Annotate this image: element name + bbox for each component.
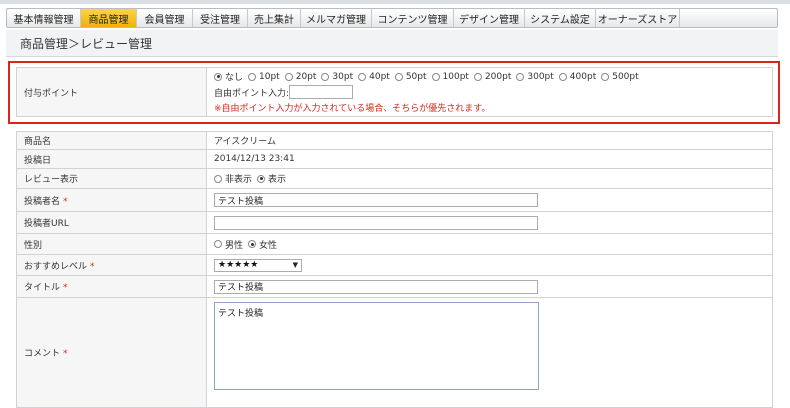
recommend-label-cell: おすすめレベル * bbox=[16, 254, 207, 276]
point-option[interactable]: 500pt bbox=[601, 71, 639, 82]
point-table: 付与ポイント なし 10pt 20pt 30pt 40pt 50pt 100pt 200pt 3… bbox=[16, 67, 773, 117]
nav-item-sales[interactable]: 売上集計 bbox=[248, 9, 301, 27]
point-option-label: 40pt bbox=[369, 71, 390, 82]
required-mark: * bbox=[63, 283, 68, 293]
poster-name-cell bbox=[206, 188, 773, 212]
post-date-label: 投稿日 bbox=[16, 149, 207, 169]
point-option[interactable]: 50pt bbox=[394, 71, 427, 82]
review-form-table: 商品名 アイスクリーム 投稿日 2014/12/13 23:41 レビュー表示 … bbox=[16, 131, 773, 408]
radio-circle bbox=[214, 240, 222, 248]
poster-url-label: 投稿者URL bbox=[16, 211, 207, 234]
point-option-label: 20pt bbox=[295, 71, 317, 82]
comment-textarea[interactable]: テスト投稿 bbox=[214, 302, 539, 390]
radio-circle bbox=[248, 240, 257, 248]
radio-circle bbox=[431, 72, 440, 81]
chevron-down-icon: ▼ bbox=[292, 261, 298, 269]
radio-show-label: 表示 bbox=[268, 175, 287, 185]
radio-circle bbox=[558, 72, 567, 81]
point-option[interactable]: なし bbox=[214, 70, 243, 83]
recommend-select[interactable]: ★★★★★ ▼ bbox=[214, 258, 302, 272]
post-date-value: 2014/12/13 23:41 bbox=[206, 149, 773, 169]
recommend-value: ★★★★★ bbox=[218, 260, 259, 270]
comment-cell: テスト投稿 bbox=[206, 297, 773, 408]
radio-male[interactable]: 男性 bbox=[214, 238, 243, 251]
point-cell: なし 10pt 20pt 30pt 40pt 50pt 100pt 200pt 300pt 400… bbox=[206, 67, 773, 117]
point-option[interactable]: 300pt bbox=[516, 71, 554, 82]
radio-circle bbox=[257, 174, 266, 183]
point-option-label: なし bbox=[225, 73, 244, 83]
nav-item-design[interactable]: デザイン管理 bbox=[454, 9, 525, 27]
comment-label-cell: コメント * bbox=[16, 297, 207, 408]
poster-url-cell bbox=[206, 211, 773, 234]
point-option[interactable]: 100pt bbox=[431, 71, 469, 82]
point-option-label: 10pt bbox=[259, 71, 280, 82]
poster-name-label: 投稿者名 bbox=[24, 196, 61, 207]
title-input[interactable] bbox=[214, 279, 538, 294]
radio-circle bbox=[284, 72, 293, 81]
free-point-label: 自由ポイント入力: bbox=[214, 88, 290, 99]
radio-female-label: 女性 bbox=[259, 240, 278, 251]
poster-name-label-cell: 投稿者名 * bbox=[16, 188, 207, 212]
radio-circle bbox=[214, 72, 222, 81]
nav-item-system[interactable]: システム設定 bbox=[525, 9, 596, 27]
title-cell bbox=[206, 275, 773, 298]
radio-hide-label: 非表示 bbox=[225, 175, 253, 185]
recommend-cell: ★★★★★ ▼ bbox=[206, 254, 773, 276]
required-mark: * bbox=[63, 349, 68, 359]
point-option-label: 30pt bbox=[332, 71, 354, 82]
review-display-label: レビュー表示 bbox=[16, 168, 207, 189]
poster-name-input[interactable] bbox=[214, 193, 538, 207]
required-mark: * bbox=[90, 261, 95, 272]
radio-show[interactable]: 表示 bbox=[257, 172, 286, 185]
point-option[interactable]: 10pt bbox=[248, 72, 280, 82]
nav-item-members[interactable]: 会員管理 bbox=[137, 9, 193, 27]
nav-item-mailmag[interactable]: メルマガ管理 bbox=[301, 9, 372, 27]
point-option[interactable]: 40pt bbox=[358, 72, 390, 82]
point-option-label: 500pt bbox=[612, 71, 639, 82]
radio-female[interactable]: 女性 bbox=[248, 238, 277, 251]
point-option[interactable]: 200pt bbox=[473, 71, 512, 82]
radio-circle bbox=[358, 72, 367, 81]
required-mark: * bbox=[63, 196, 68, 207]
comment-label: コメント bbox=[24, 349, 61, 359]
product-name-label: 商品名 bbox=[16, 131, 207, 150]
gender-label: 性別 bbox=[16, 233, 207, 255]
main-nav: 基本情報管理 商品管理 会員管理 受注管理 売上集計 メルマガ管理 コンテンツ管… bbox=[6, 8, 778, 28]
radio-hide[interactable]: 非表示 bbox=[214, 172, 252, 185]
radio-circle bbox=[394, 72, 403, 81]
nav-item-basic-info[interactable]: 基本情報管理 bbox=[7, 9, 81, 27]
radio-circle bbox=[473, 72, 482, 81]
radio-circle bbox=[248, 72, 257, 81]
point-option-label: 50pt bbox=[405, 71, 427, 82]
point-option[interactable]: 30pt bbox=[321, 72, 353, 82]
title-label: タイトル bbox=[24, 283, 61, 293]
radio-circle bbox=[214, 174, 222, 183]
radio-circle bbox=[601, 72, 610, 81]
point-options: なし 10pt 20pt 30pt 40pt 50pt 100pt 200pt 300pt 400… bbox=[214, 70, 772, 83]
gender-cell: 男性 女性 bbox=[206, 233, 773, 255]
point-option[interactable]: 20pt bbox=[284, 71, 317, 82]
point-option[interactable]: 400pt bbox=[558, 71, 597, 82]
point-option-label: 400pt bbox=[569, 71, 597, 82]
nav-item-contents[interactable]: コンテンツ管理 bbox=[372, 9, 454, 27]
radio-circle bbox=[516, 72, 525, 81]
poster-url-input[interactable] bbox=[214, 215, 538, 230]
recommend-label: おすすめレベル bbox=[24, 261, 88, 272]
nav-item-products[interactable]: 商品管理 bbox=[81, 9, 137, 27]
radio-circle bbox=[321, 72, 330, 81]
point-option-label: 100pt bbox=[442, 71, 469, 82]
title-label-cell: タイトル * bbox=[16, 275, 207, 298]
free-point-input[interactable] bbox=[289, 85, 354, 99]
top-strip bbox=[0, 0, 790, 4]
point-option-label: 300pt bbox=[527, 71, 554, 82]
point-option-label: 200pt bbox=[484, 71, 512, 82]
nav-item-orders[interactable]: 受注管理 bbox=[193, 9, 248, 27]
radio-male-label: 男性 bbox=[225, 240, 244, 251]
point-note: ※自由ポイント入力が入力されている場合、そちらが優先されます。 bbox=[214, 104, 491, 114]
review-display-cell: 非表示 表示 bbox=[206, 168, 773, 189]
product-name-value: アイスクリーム bbox=[206, 131, 773, 150]
nav-item-owners-store[interactable]: オーナーズストア bbox=[596, 9, 680, 27]
page-title: 商品管理＞レビュー管理 bbox=[20, 37, 153, 51]
point-label: 付与ポイント bbox=[16, 67, 207, 117]
